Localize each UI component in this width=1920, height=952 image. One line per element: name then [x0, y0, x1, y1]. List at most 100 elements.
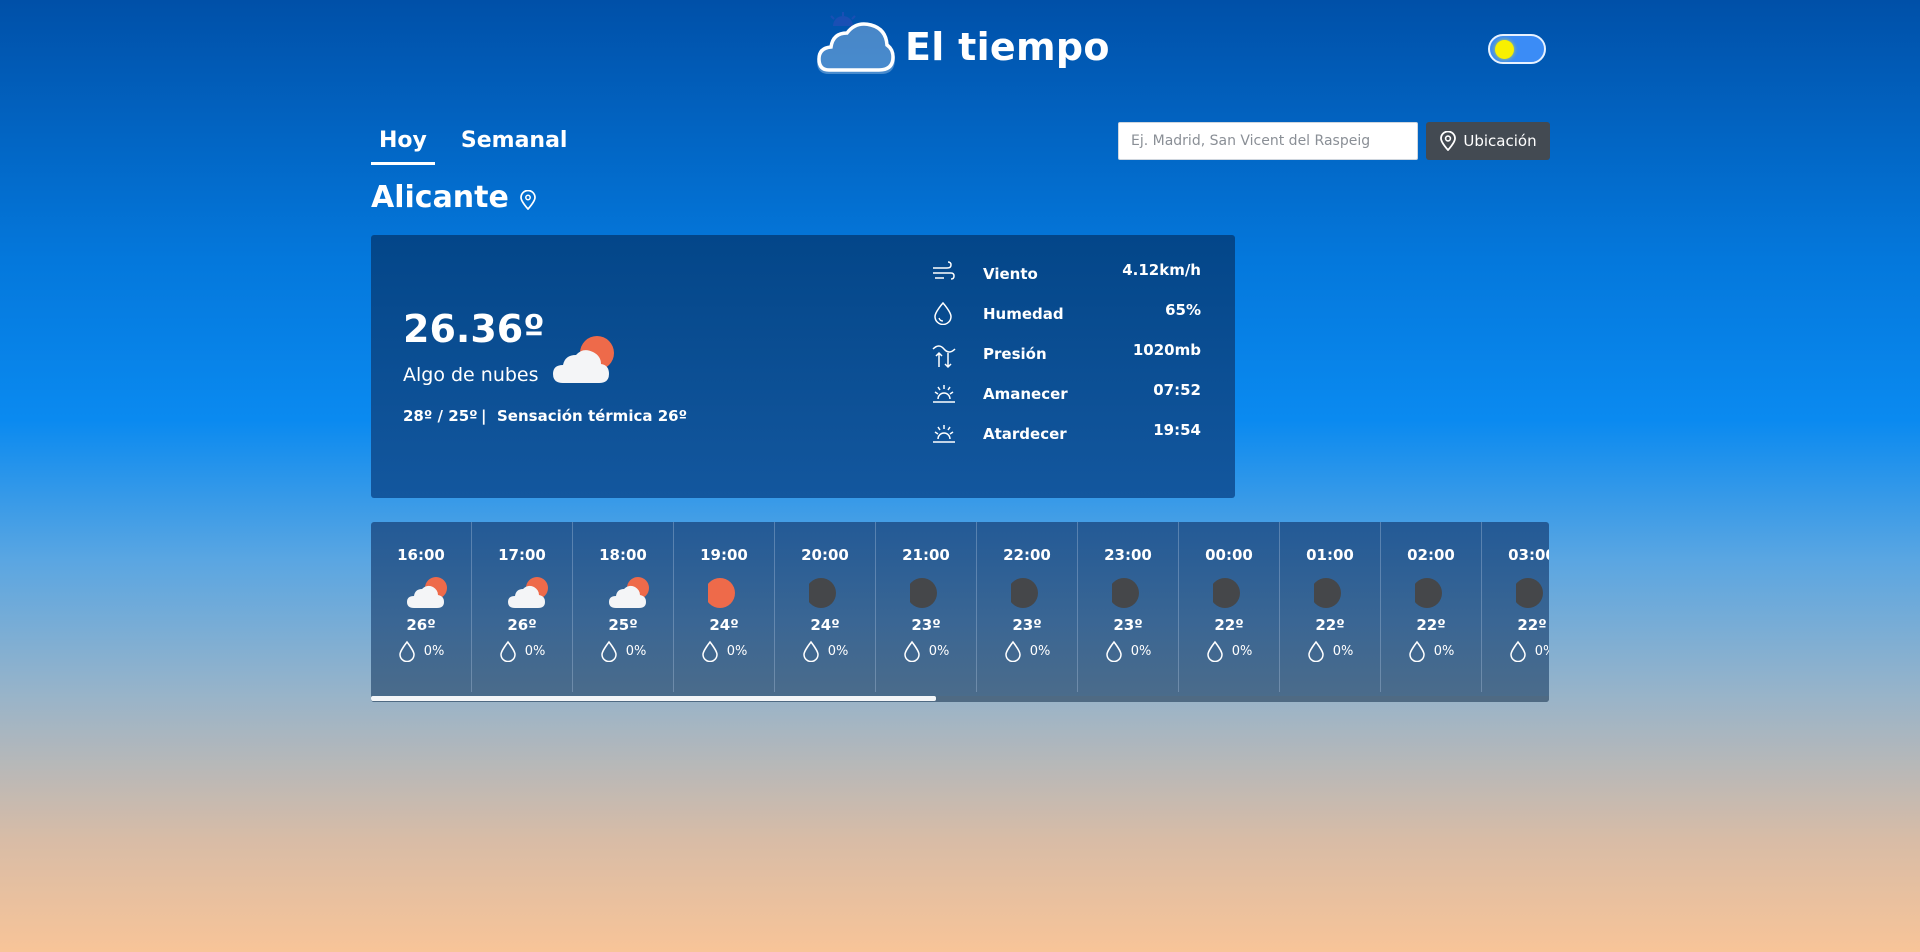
hourly-scrollbar[interactable] — [371, 696, 1549, 702]
hour-temperature: 22º — [1416, 616, 1446, 634]
app-logo-icon — [817, 12, 895, 74]
hour-time: 19:00 — [700, 546, 748, 564]
hour-item-content: 19:00 24º 0% — [674, 546, 774, 666]
hour-item: 17:00 26º 0% — [472, 522, 573, 692]
hour-temperature: 22º — [1517, 616, 1547, 634]
stat-value: 65% — [1165, 301, 1201, 319]
app-title: El tiempo — [905, 25, 1110, 69]
hour-item: 01:00 22º 0% — [1280, 522, 1381, 692]
partly-cloudy-icon — [553, 336, 614, 383]
hour-item: 03:00 22º 0% — [1482, 522, 1549, 692]
hour-item: 00:00 22º 0% — [1179, 522, 1280, 692]
hour-item-content: 02:00 22º 0% — [1381, 546, 1481, 666]
stat-label: Viento — [983, 265, 1038, 283]
sun-toggle-knob — [1495, 40, 1514, 59]
hour-rain: 0% — [573, 640, 673, 662]
stat-wind: Viento 4.12km/h — [931, 255, 1201, 295]
location-button[interactable]: Ubicación — [1426, 122, 1550, 160]
hour-temperature: 24º — [709, 616, 739, 634]
hour-time: 22:00 — [1003, 546, 1051, 564]
hour-time: 02:00 — [1407, 546, 1455, 564]
hour-time: 17:00 — [498, 546, 546, 564]
hour-rain: 0% — [1381, 640, 1481, 662]
hour-item-content: 22:00 23º 0% — [977, 546, 1077, 666]
hour-item-content: 21:00 23º 0% — [876, 546, 976, 666]
hour-temperature: 24º — [810, 616, 840, 634]
raindrop-icon — [802, 640, 819, 662]
hour-item: 22:00 23º 0% — [977, 522, 1078, 692]
rain-probability: 0% — [1231, 643, 1253, 659]
hour-item-content: 23:00 23º 0% — [1078, 546, 1178, 666]
hour-item: 02:00 22º 0% — [1381, 522, 1482, 692]
partly-cloudy-icon — [508, 577, 548, 608]
stat-sunrise: Amanecer 07:52 — [931, 375, 1201, 415]
rain-probability: 0% — [827, 643, 849, 659]
hour-item-content: 03:00 22º 0% — [1482, 546, 1549, 666]
feels-like: Sensación térmica 26º — [497, 407, 688, 425]
hour-item: 16:00 26º 0% — [371, 522, 472, 692]
hour-rain: 0% — [371, 640, 471, 662]
hour-time: 01:00 — [1306, 546, 1354, 564]
stat-sunset: Atardecer 19:54 — [931, 415, 1201, 455]
hour-time: 16:00 — [397, 546, 445, 564]
hour-time: 00:00 — [1205, 546, 1253, 564]
min-max-temperature: 28º / 25º — [403, 407, 478, 425]
sunrise-icon — [933, 385, 955, 403]
hour-temperature: 23º — [1113, 616, 1143, 634]
night-icon — [1516, 578, 1543, 608]
raindrop-icon — [1408, 640, 1425, 662]
night-icon — [809, 578, 836, 608]
raindrop-icon — [1307, 640, 1324, 662]
current-weather-card: 26.36º Algo de nubes 28º / 25º | Sensaci… — [371, 235, 1235, 498]
stat-pressure: Presión 1020mb — [931, 335, 1201, 375]
raindrop-icon — [903, 640, 920, 662]
stat-value: 4.12km/h — [1122, 261, 1201, 279]
hour-item: 18:00 25º 0% — [573, 522, 674, 692]
raindrop-icon — [499, 640, 516, 662]
hour-time: 03:00 — [1508, 546, 1549, 564]
raindrop-icon — [1105, 640, 1122, 662]
app-header: El tiempo — [0, 0, 1920, 90]
hour-item-content: 17:00 26º 0% — [472, 546, 572, 666]
city-search-input[interactable] — [1118, 122, 1418, 160]
sunset-icon — [933, 425, 955, 443]
night-icon — [1314, 578, 1341, 608]
hour-rain: 0% — [674, 640, 774, 662]
hour-rain: 0% — [472, 640, 572, 662]
hourly-forecast[interactable]: 16:00 26º 0% 17:00 26º 0% 18:00 25º 0% 19:00 24º 0%… — [371, 522, 1549, 702]
raindrop-icon — [600, 640, 617, 662]
stat-label: Presión — [983, 345, 1047, 363]
scrollbar-thumb[interactable] — [371, 696, 937, 701]
rain-probability: 0% — [928, 643, 950, 659]
rain-probability: 0% — [1130, 643, 1152, 659]
hour-temperature: 23º — [911, 616, 941, 634]
rain-probability: 0% — [625, 643, 647, 659]
weather-description: Algo de nubes — [403, 364, 539, 386]
hour-time: 23:00 — [1104, 546, 1152, 564]
city-name: Alicante — [371, 180, 509, 215]
hour-time: 18:00 — [599, 546, 647, 564]
stat-value: 1020mb — [1132, 341, 1201, 359]
night-icon — [910, 578, 937, 608]
rain-probability: 0% — [1433, 643, 1455, 659]
rain-probability: 0% — [1332, 643, 1354, 659]
weather-stats: Viento 4.12km/h Humedad 65% Presión 1020… — [931, 255, 1201, 455]
hour-rain: 0% — [977, 640, 1077, 662]
hour-temperature: 22º — [1315, 616, 1345, 634]
tab-hoy[interactable]: Hoy — [371, 124, 435, 165]
partly-cloudy-icon — [407, 577, 447, 608]
stat-label: Atardecer — [983, 425, 1067, 443]
raindrop-icon — [701, 640, 718, 662]
tab-semanal[interactable]: Semanal — [453, 124, 576, 165]
hour-item: 19:00 24º 0% — [674, 522, 775, 692]
rain-probability: 0% — [726, 643, 748, 659]
rain-probability: 0% — [1534, 643, 1549, 659]
current-temperature: 26.36º — [403, 307, 545, 351]
hour-temperature: 22º — [1214, 616, 1244, 634]
theme-toggle[interactable] — [1488, 34, 1546, 64]
hour-time: 20:00 — [801, 546, 849, 564]
stat-label: Amanecer — [983, 385, 1068, 403]
hour-temperature: 23º — [1012, 616, 1042, 634]
wind-icon — [933, 261, 955, 280]
night-icon — [1112, 578, 1139, 608]
